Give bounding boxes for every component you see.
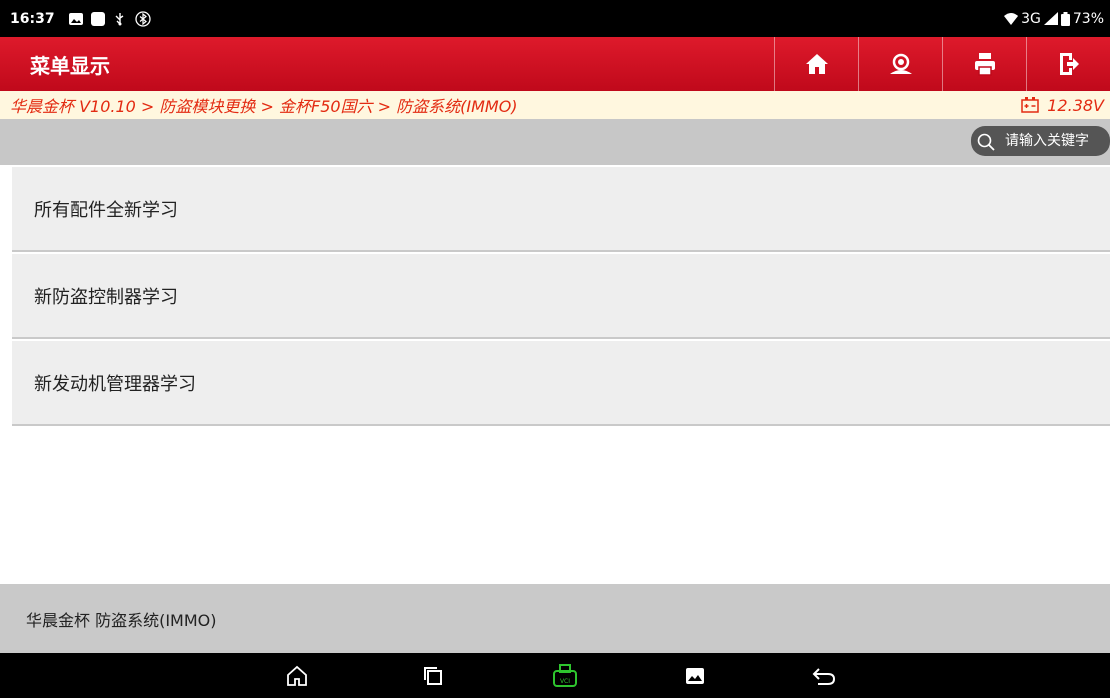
gallery-icon [68, 12, 83, 25]
battery-icon [1060, 11, 1070, 26]
navigation-bar: VCI [0, 653, 1110, 698]
footer-status: 华晨金杯 防盗系统(IMMO) [0, 584, 1110, 653]
battery-voltage-icon [1021, 97, 1039, 113]
nav-back-button[interactable] [811, 663, 837, 689]
support-icon [889, 53, 912, 74]
voltage-value: 12.38V [1047, 95, 1104, 115]
print-button[interactable] [942, 37, 1026, 91]
nav-screenshot-button[interactable] [682, 663, 708, 689]
menu-item-label: 所有配件全新学习 [34, 199, 178, 221]
bluetooth-icon [134, 10, 151, 27]
home-icon [287, 665, 307, 686]
wifi-icon [1004, 12, 1019, 25]
vci-icon: VCI [553, 664, 577, 687]
voltage-indicator: 12.38V [1021, 96, 1104, 115]
page-title: 菜单显示 [30, 53, 110, 78]
home-icon [805, 54, 828, 74]
screenshot-icon [686, 668, 704, 684]
signal-icon [1043, 12, 1058, 25]
square-notification-icon [90, 11, 105, 26]
footer-text: 华晨金杯 防盗系统(IMMO) [26, 610, 217, 630]
menu-item-all-parts-learning[interactable]: 所有配件全新学习 [12, 167, 1110, 252]
vci-label: VCI [560, 678, 570, 685]
menu-item-new-immo-controller-learning[interactable]: 新防盗控制器学习 [12, 254, 1110, 339]
search-bar [0, 119, 1110, 165]
exit-button[interactable] [1026, 37, 1110, 91]
usb-icon [113, 12, 127, 26]
menu-item-label: 新发动机管理器学习 [34, 373, 196, 395]
status-bar: 16:37 3G 73% [0, 0, 1110, 37]
home-button[interactable] [774, 37, 858, 91]
print-icon [974, 53, 995, 76]
exit-icon [1059, 53, 1079, 75]
breadcrumb-path: 华晨金杯 V10.10 > 防盗模块更换 > 金杯F50国六 > 防盗系统(IM… [10, 97, 518, 116]
recent-apps-icon [424, 667, 442, 685]
status-time: 16:37 [10, 10, 55, 27]
battery-level: 73% [1072, 10, 1104, 27]
menu-item-new-ecm-learning[interactable]: 新发动机管理器学习 [12, 341, 1110, 426]
breadcrumb: 华晨金杯 V10.10 > 防盗模块更换 > 金杯F50国六 > 防盗系统(IM… [0, 91, 1110, 119]
nav-home-button[interactable] [284, 663, 310, 689]
status-right: 3G 73% [1004, 11, 1104, 27]
app-header: 菜单显示 [0, 37, 1110, 91]
nav-vci-button[interactable]: VCI [552, 663, 578, 689]
status-left: 16:37 [10, 11, 151, 27]
search-icon [977, 133, 995, 151]
nav-recent-apps-button[interactable] [420, 663, 446, 689]
menu-item-label: 新防盗控制器学习 [34, 286, 178, 308]
network-type: 3G [1021, 10, 1041, 27]
support-button[interactable] [858, 37, 942, 91]
back-icon [812, 668, 836, 685]
